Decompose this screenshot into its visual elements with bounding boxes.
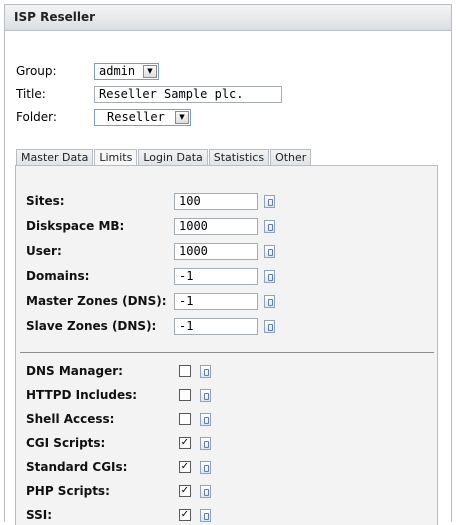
group-label: Group: [16, 64, 57, 78]
limit-row-sites: Sites: 100 [26, 192, 275, 210]
limit-label: Slave Zones (DNS): [26, 319, 157, 333]
limit-row-diskspace: Diskspace MB: 1000 [26, 217, 275, 235]
option-label: PHP Scripts: [26, 484, 110, 498]
chevron-down-icon[interactable]: ▼ [175, 110, 189, 124]
tab-bar: Master Data Limits Login Data Statistics… [16, 149, 312, 167]
limit-row-user: User: 1000 [26, 242, 275, 260]
tab-statistics[interactable]: Statistics [208, 149, 270, 166]
limit-label: Domains: [26, 269, 90, 283]
domains-input[interactable]: -1 [174, 267, 258, 285]
diskspace-input[interactable]: 1000 [174, 217, 258, 235]
ssi-checkbox[interactable]: ✓ [179, 509, 191, 521]
option-label: Shell Access: [26, 412, 115, 426]
option-label: HTTPD Includes: [26, 388, 138, 402]
folder-row: Folder: Reseller ▼ [16, 108, 191, 126]
info-document-icon[interactable] [200, 436, 211, 450]
option-row-ssi: SSI: ✓ [26, 507, 211, 523]
group-row: Group: admin ▼ [16, 62, 159, 80]
title-input[interactable]: Reseller Sample plc. [94, 85, 282, 103]
section-divider [20, 352, 434, 353]
master-zones-input[interactable]: -1 [174, 292, 258, 310]
limits-tab-content: Sites: 100 Diskspace MB: 1000 User: 1000… [15, 165, 438, 525]
title-label: Title: [16, 87, 46, 101]
group-select[interactable]: admin ▼ [94, 62, 159, 80]
tab-other[interactable]: Other [270, 149, 312, 166]
chevron-down-icon[interactable]: ▼ [143, 64, 157, 78]
option-label: DNS Manager: [26, 364, 123, 378]
option-row-dns-manager: DNS Manager: [26, 363, 211, 379]
cgi-scripts-checkbox[interactable]: ✓ [179, 437, 191, 449]
panel-title: ISP Reseller [5, 5, 451, 31]
info-document-icon[interactable] [264, 294, 275, 308]
info-document-icon[interactable] [200, 484, 211, 498]
option-row-standard-cgis: Standard CGIs: ✓ [26, 459, 211, 475]
tab-login-data[interactable]: Login Data [138, 149, 208, 166]
option-row-cgi-scripts: CGI Scripts: ✓ [26, 435, 211, 451]
user-input[interactable]: 1000 [174, 242, 258, 260]
info-document-icon[interactable] [200, 364, 211, 378]
folder-select-value: Reseller [107, 110, 165, 124]
limit-row-master-zones: Master Zones (DNS): -1 [26, 292, 275, 310]
option-label: CGI Scripts: [26, 436, 106, 450]
option-row-php-scripts: PHP Scripts: ✓ [26, 483, 211, 499]
limit-label: User: [26, 244, 62, 258]
info-document-icon[interactable] [264, 194, 275, 208]
info-document-icon[interactable] [200, 508, 211, 522]
php-scripts-checkbox[interactable]: ✓ [179, 485, 191, 497]
tab-master-data[interactable]: Master Data [16, 149, 94, 166]
info-document-icon[interactable] [264, 269, 275, 283]
info-document-icon[interactable] [264, 319, 275, 333]
limit-row-domains: Domains: -1 [26, 267, 275, 285]
group-select-value: admin [99, 64, 136, 78]
sites-input[interactable]: 100 [174, 192, 258, 210]
httpd-includes-checkbox[interactable] [179, 389, 191, 401]
option-row-shell-access: Shell Access: [26, 411, 211, 427]
limit-label: Diskspace MB: [26, 219, 125, 233]
info-document-icon[interactable] [200, 388, 211, 402]
isp-reseller-panel: ISP Reseller Group: admin ▼ Title: Resel… [4, 4, 452, 525]
info-document-icon[interactable] [200, 412, 211, 426]
standard-cgis-checkbox[interactable]: ✓ [179, 461, 191, 473]
info-document-icon[interactable] [264, 219, 275, 233]
option-label: Standard CGIs: [26, 460, 128, 474]
shell-access-checkbox[interactable] [179, 413, 191, 425]
folder-label: Folder: [16, 110, 57, 124]
option-label: SSI: [26, 508, 53, 522]
limit-label: Sites: [26, 194, 65, 208]
limit-label: Master Zones (DNS): [26, 294, 167, 308]
folder-select[interactable]: Reseller ▼ [94, 108, 191, 126]
option-row-httpd-includes: HTTPD Includes: [26, 387, 211, 403]
dns-manager-checkbox[interactable] [179, 365, 191, 377]
info-document-icon[interactable] [264, 244, 275, 258]
limit-row-slave-zones: Slave Zones (DNS): -1 [26, 317, 275, 335]
info-document-icon[interactable] [200, 460, 211, 474]
title-row: Title: Reseller Sample plc. [16, 85, 282, 103]
slave-zones-input[interactable]: -1 [174, 317, 258, 335]
